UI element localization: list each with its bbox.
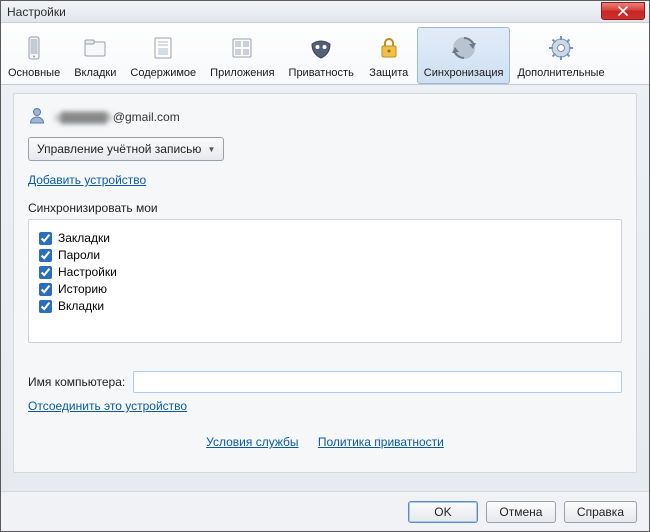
- sync-icon: [449, 33, 479, 63]
- account-row: a▇▇▇▇▇k@gmail.com: [28, 106, 622, 127]
- settings-window: Настройки Основные: [0, 0, 650, 532]
- tab-security[interactable]: Защита: [361, 27, 417, 84]
- tab-label: Содержимое: [130, 67, 196, 79]
- chevron-down-icon: ▼: [207, 145, 215, 154]
- checkbox-history[interactable]: [39, 283, 52, 296]
- gear-icon: [546, 33, 576, 63]
- tab-label: Дополнительные: [517, 67, 604, 79]
- checkbox-passwords[interactable]: [39, 249, 52, 262]
- terms-link[interactable]: Условия службы: [206, 435, 298, 449]
- tab-privacy[interactable]: Приватность: [282, 27, 361, 84]
- cancel-button[interactable]: Отмена: [486, 501, 556, 523]
- title-bar: Настройки: [1, 1, 649, 23]
- ok-button[interactable]: OK: [408, 501, 478, 523]
- sync-item-history: Историю: [39, 282, 611, 296]
- manage-account-button[interactable]: Управление учётной записью ▼: [28, 137, 224, 161]
- document-icon: [148, 33, 178, 63]
- checkbox-settings[interactable]: [39, 266, 52, 279]
- tab-applications[interactable]: Приложения: [203, 27, 281, 84]
- account-email: a▇▇▇▇▇k@gmail.com: [54, 110, 180, 124]
- folder-icon: [80, 33, 110, 63]
- sync-item-tabs: Вкладки: [39, 299, 611, 313]
- computer-name-input[interactable]: [133, 371, 622, 393]
- dialog-footer: OK Отмена Справка: [1, 491, 649, 531]
- tab-label: Синхронизация: [424, 67, 504, 79]
- phone-icon: [19, 33, 49, 63]
- avatar-icon: [28, 106, 46, 127]
- tab-content[interactable]: Содержимое: [123, 27, 203, 84]
- checkbox-bookmarks[interactable]: [39, 232, 52, 245]
- computer-name-row: Имя компьютера:: [28, 371, 622, 393]
- tab-label: Вкладки: [74, 67, 116, 79]
- checkbox-label: Пароли: [58, 248, 100, 262]
- grid-icon: [227, 33, 257, 63]
- mask-icon: [306, 33, 336, 63]
- lock-icon: [374, 33, 404, 63]
- checkbox-label: Настройки: [58, 265, 117, 279]
- tab-label: Приложения: [210, 67, 274, 79]
- sync-item-bookmarks: Закладки: [39, 231, 611, 245]
- sync-panel: a▇▇▇▇▇k@gmail.com Управление учётной зап…: [13, 93, 637, 473]
- add-device-link[interactable]: Добавить устройство: [28, 173, 146, 187]
- close-button[interactable]: [601, 2, 645, 20]
- checkbox-tabs[interactable]: [39, 300, 52, 313]
- close-icon: [618, 6, 628, 16]
- checkbox-label: Вкладки: [58, 299, 104, 313]
- tab-advanced[interactable]: Дополнительные: [510, 27, 611, 84]
- privacy-link[interactable]: Политика приватности: [318, 435, 444, 449]
- tab-label: Приватность: [289, 67, 354, 79]
- policies: Условия службы Политика приватности: [28, 435, 622, 449]
- computer-name-label: Имя компьютера:: [28, 375, 125, 389]
- help-button[interactable]: Справка: [564, 501, 637, 523]
- tab-tabs[interactable]: Вкладки: [67, 27, 123, 84]
- disconnect-device-link[interactable]: Отсоединить это устройство: [28, 399, 187, 413]
- tab-general[interactable]: Основные: [1, 27, 67, 84]
- sync-items-box: Закладки Пароли Настройки Историю Вкладк…: [28, 219, 622, 343]
- tab-label: Основные: [8, 67, 60, 79]
- checkbox-label: Закладки: [58, 231, 110, 245]
- window-title: Настройки: [7, 5, 66, 19]
- sync-item-passwords: Пароли: [39, 248, 611, 262]
- manage-account-label: Управление учётной записью: [37, 142, 201, 156]
- sync-section-label: Синхронизировать мои: [28, 201, 622, 215]
- tab-label: Защита: [369, 67, 408, 79]
- tab-sync[interactable]: Синхронизация: [417, 27, 511, 84]
- toolbar: Основные Вкладки Содержимое: [1, 23, 649, 85]
- sync-item-settings: Настройки: [39, 265, 611, 279]
- checkbox-label: Историю: [58, 282, 107, 296]
